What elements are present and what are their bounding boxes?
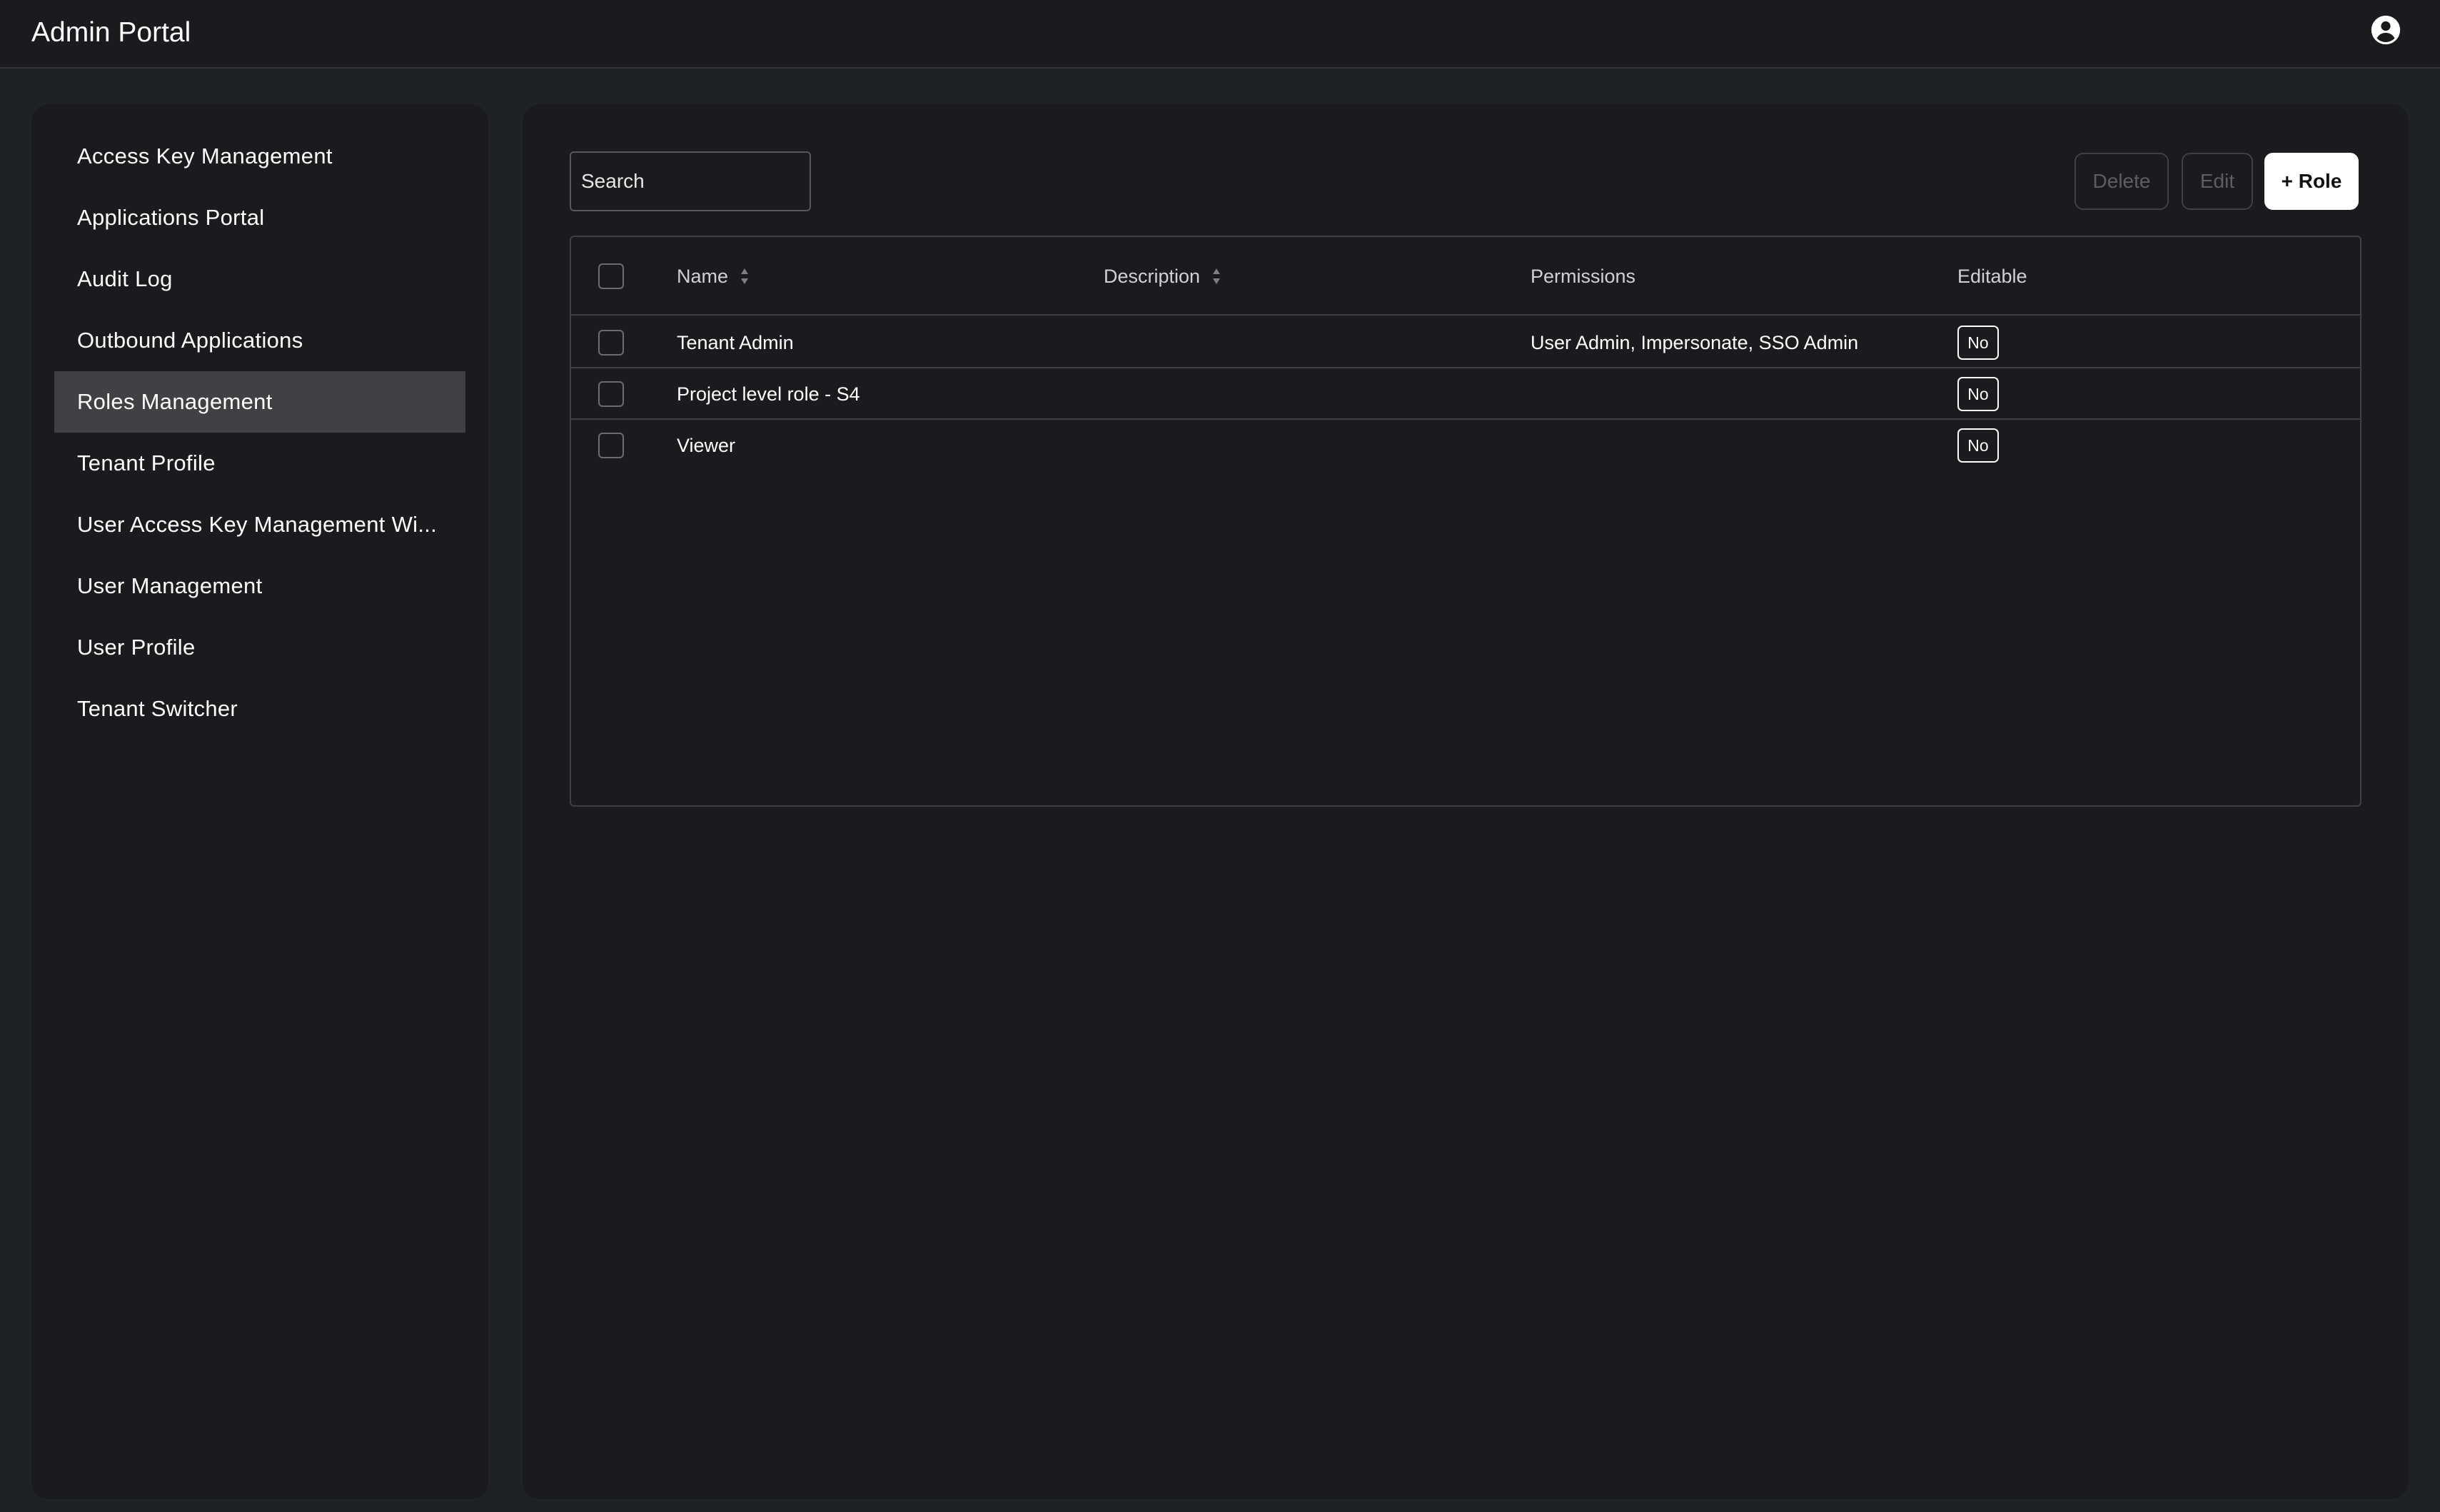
table-header: Name Description Permissions Editable [571, 237, 2360, 316]
sidebar-item-tenant-profile[interactable]: Tenant Profile [54, 433, 465, 494]
add-role-button[interactable]: + Role [2264, 153, 2359, 210]
row-checkbox[interactable] [598, 330, 624, 356]
sidebar-item-user-management[interactable]: User Management [54, 555, 465, 617]
sidebar-item-user-access-key-management[interactable]: User Access Key Management Wi... [54, 494, 465, 555]
top-bar: Admin Portal [0, 0, 2440, 69]
row-checkbox[interactable] [598, 381, 624, 407]
select-all-checkbox[interactable] [598, 263, 624, 289]
column-header-description[interactable]: Description [1104, 237, 1221, 316]
sidebar: Access Key Management Applications Porta… [31, 104, 488, 1499]
column-header-permissions: Permissions [1531, 266, 1636, 287]
column-header-editable: Editable [1957, 266, 2027, 287]
editable-badge: No [1957, 377, 1999, 411]
table-row[interactable]: Viewer No [571, 420, 2360, 471]
roles-table: Name Description Permissions Editable Te… [570, 236, 2361, 807]
role-name: Tenant Admin [677, 332, 794, 353]
column-header-name[interactable]: Name [677, 237, 750, 316]
role-permissions: User Admin, Impersonate, SSO Admin [1531, 332, 1859, 353]
sidebar-item-access-key-management[interactable]: Access Key Management [54, 126, 465, 187]
account-circle-icon[interactable] [2370, 14, 2401, 46]
sidebar-item-tenant-switcher[interactable]: Tenant Switcher [54, 678, 465, 740]
delete-button[interactable]: Delete [2074, 153, 2169, 210]
sidebar-item-outbound-applications[interactable]: Outbound Applications [54, 310, 465, 371]
column-header-description-label: Description [1104, 266, 1201, 287]
row-checkbox[interactable] [598, 433, 624, 458]
column-header-name-label: Name [677, 266, 729, 287]
sidebar-item-roles-management[interactable]: Roles Management [54, 371, 465, 433]
role-name: Project level role - S4 [677, 383, 860, 405]
editable-badge: No [1957, 428, 1999, 463]
table-row[interactable]: Tenant Admin User Admin, Impersonate, SS… [571, 317, 2360, 368]
edit-button[interactable]: Edit [2182, 153, 2253, 210]
sidebar-item-applications-portal[interactable]: Applications Portal [54, 187, 465, 248]
role-name: Viewer [677, 435, 736, 456]
sort-icon[interactable] [1211, 267, 1221, 286]
editable-badge: No [1957, 326, 1999, 360]
sidebar-item-audit-log[interactable]: Audit Log [54, 248, 465, 310]
sort-icon[interactable] [740, 267, 750, 286]
table-row[interactable]: Project level role - S4 No [571, 368, 2360, 420]
app-title: Admin Portal [31, 17, 191, 48]
search-input[interactable] [570, 151, 811, 211]
main-panel: Delete Edit + Role Name Description Perm… [523, 104, 2409, 1499]
sidebar-item-user-profile[interactable]: User Profile [54, 617, 465, 678]
